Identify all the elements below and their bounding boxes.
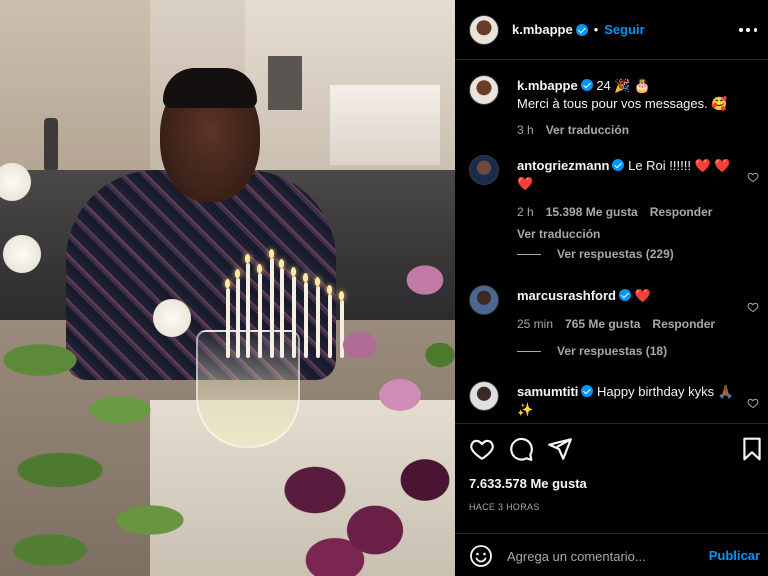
comment-input[interactable] xyxy=(507,544,697,568)
verified-badge-icon xyxy=(581,385,594,397)
see-translation-link[interactable]: Ver traducción xyxy=(546,121,629,139)
comment-username[interactable]: marcusrashford xyxy=(517,288,616,303)
comment-time[interactable]: 2 h xyxy=(517,203,534,221)
verified-badge-icon xyxy=(618,289,631,301)
replies-divider xyxy=(517,253,541,255)
author-username[interactable]: k.mbappe xyxy=(512,22,573,37)
verified-badge-icon xyxy=(575,23,588,36)
comment-text: ❤️ xyxy=(634,288,651,303)
author-avatar[interactable] xyxy=(469,75,499,105)
reply-button[interactable]: Responder xyxy=(652,315,715,333)
commenter-avatar[interactable] xyxy=(469,381,499,411)
heart-icon[interactable] xyxy=(469,436,495,462)
photo-person-hair xyxy=(163,68,257,108)
verified-badge-icon xyxy=(580,79,593,91)
photo-window xyxy=(330,85,440,165)
likes-count[interactable]: 7.633.578 Me gusta xyxy=(469,476,587,491)
verified-badge-icon xyxy=(612,159,625,171)
photo-white-flower xyxy=(0,232,44,276)
photo-bottle xyxy=(44,118,58,170)
comment-like-heart-icon[interactable] xyxy=(747,397,759,409)
bookmark-icon[interactable] xyxy=(739,436,765,462)
post-caption: k.mbappe 24 🎉 🎂 Merci à tous pour vos me… xyxy=(469,75,759,139)
view-replies-label: Ver respuestas (18) xyxy=(557,344,668,358)
comment-item: samumtiti Happy birthday kyks 🙏🏾 ✨ xyxy=(469,381,759,423)
post-photo[interactable] xyxy=(0,0,455,576)
photo-pink-flowers xyxy=(320,255,455,445)
comment-username[interactable]: samumtiti xyxy=(517,384,578,399)
caption-text-line2: Merci à tous pour vos messages. 🥰 xyxy=(517,96,728,111)
comment-likes[interactable]: 765 Me gusta xyxy=(565,315,640,333)
view-replies-label: Ver respuestas (229) xyxy=(557,247,674,261)
photo-calla-lilies xyxy=(255,420,455,576)
reply-button[interactable]: Responder xyxy=(650,203,713,221)
commenter-avatar[interactable] xyxy=(469,285,499,315)
share-icon[interactable] xyxy=(547,436,573,462)
view-replies-button[interactable]: Ver respuestas (229) xyxy=(517,247,674,261)
more-options-icon[interactable] xyxy=(738,20,758,40)
see-translation-link[interactable]: Ver traducción xyxy=(517,225,735,243)
follow-button[interactable]: Seguir xyxy=(604,22,644,37)
post-timestamp[interactable]: HACE 3 HORAS xyxy=(469,502,540,512)
caption-text-line1: 24 🎉 🎂 xyxy=(596,78,651,93)
comment-composer: Publicar xyxy=(455,533,768,576)
separator-dot: • xyxy=(593,22,599,37)
comment-username[interactable]: antogriezmann xyxy=(517,158,609,173)
commenter-avatar[interactable] xyxy=(469,155,499,185)
caption-time[interactable]: 3 h xyxy=(517,121,534,139)
photo-leaves xyxy=(0,300,200,576)
photo-picture-frame xyxy=(268,56,302,110)
comment-time[interactable]: 25 min xyxy=(517,315,553,333)
comment-like-heart-icon[interactable] xyxy=(747,171,759,183)
post-header: k.mbappe • Seguir xyxy=(455,0,768,60)
comment-item: antogriezmann Le Roi !!!!!! ❤️ ❤️ ❤️ 2 h… xyxy=(469,155,759,241)
post-side-panel: k.mbappe • Seguir k.mbappe 24 🎉 🎂 Merci … xyxy=(455,0,768,576)
author-avatar[interactable] xyxy=(469,14,499,45)
comments-list[interactable]: k.mbappe 24 🎉 🎂 Merci à tous pour vos me… xyxy=(455,61,768,423)
view-replies-button[interactable]: Ver respuestas (18) xyxy=(517,344,667,358)
comment-item: marcusrashford ❤️ 25 min 765 Me gusta Re… xyxy=(469,285,759,335)
comment-like-heart-icon[interactable] xyxy=(747,301,759,313)
comment-likes[interactable]: 15.398 Me gusta xyxy=(546,203,638,221)
caption-username[interactable]: k.mbappe xyxy=(517,78,578,93)
post-actions-bar xyxy=(455,423,768,471)
comment-icon[interactable] xyxy=(508,436,534,462)
replies-divider xyxy=(517,350,541,352)
photo-white-flower xyxy=(150,296,194,340)
photo-wall xyxy=(0,0,160,190)
publish-button[interactable]: Publicar xyxy=(709,548,760,563)
smiley-icon[interactable] xyxy=(469,544,493,568)
